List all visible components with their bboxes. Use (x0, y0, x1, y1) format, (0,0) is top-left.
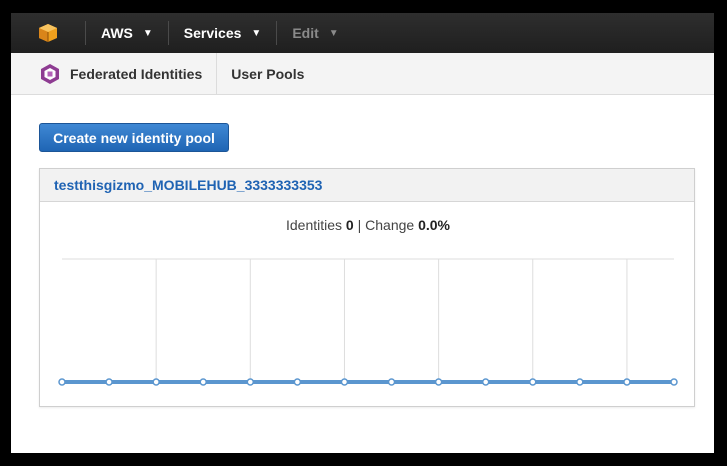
nav-aws-label: AWS (101, 25, 133, 41)
chart-point[interactable] (246, 378, 255, 386)
chart-point[interactable] (105, 378, 113, 386)
chart-point[interactable] (481, 378, 490, 386)
tab-federated-label: Federated Identities (70, 65, 203, 82)
chart-point[interactable] (152, 378, 160, 386)
chart-point[interactable] (199, 378, 207, 386)
nav-services-menu[interactable]: Services ▼ (169, 13, 277, 53)
chart-point[interactable] (387, 378, 396, 386)
nav-services-label: Services (183, 25, 242, 41)
nav-aws-menu[interactable]: AWS ▼ (86, 13, 168, 53)
aws-top-nav: AWS ▼ Services ▼ Edit ▼ (11, 13, 714, 53)
cognito-sub-nav: Federated Identities User Pools (11, 52, 714, 95)
cognito-logo-icon (41, 63, 59, 84)
chart-point[interactable] (576, 378, 584, 386)
tab-federated-identities[interactable]: Federated Identities (11, 53, 216, 95)
chart-point[interactable] (293, 378, 302, 386)
chart-point[interactable] (434, 378, 443, 386)
chart-point[interactable] (670, 378, 678, 386)
chart-point[interactable] (340, 378, 349, 386)
identities-chart (58, 258, 678, 386)
nav-edit-menu[interactable]: Edit ▼ (277, 13, 353, 53)
chevron-down-icon: ▼ (328, 27, 339, 39)
aws-logo-icon[interactable] (11, 13, 85, 53)
chevron-down-icon: ▼ (251, 27, 262, 39)
chart-point[interactable] (529, 378, 537, 386)
create-identity-pool-button[interactable]: Create new identity pool (39, 123, 229, 152)
tab-user-pools[interactable]: User Pools (217, 53, 318, 95)
chart-point[interactable] (58, 378, 66, 386)
browser-frame: AWS ▼ Services ▼ Edit ▼ Federated Identi… (11, 13, 714, 453)
chart-point[interactable] (623, 378, 631, 386)
identity-pool-card: testthisgizmo_MOBILEHUB_3333333353 Ident… (39, 168, 695, 407)
nav-edit-label: Edit (292, 25, 319, 41)
tab-user-pools-label: User Pools (231, 65, 305, 82)
chevron-down-icon: ▼ (142, 27, 153, 39)
